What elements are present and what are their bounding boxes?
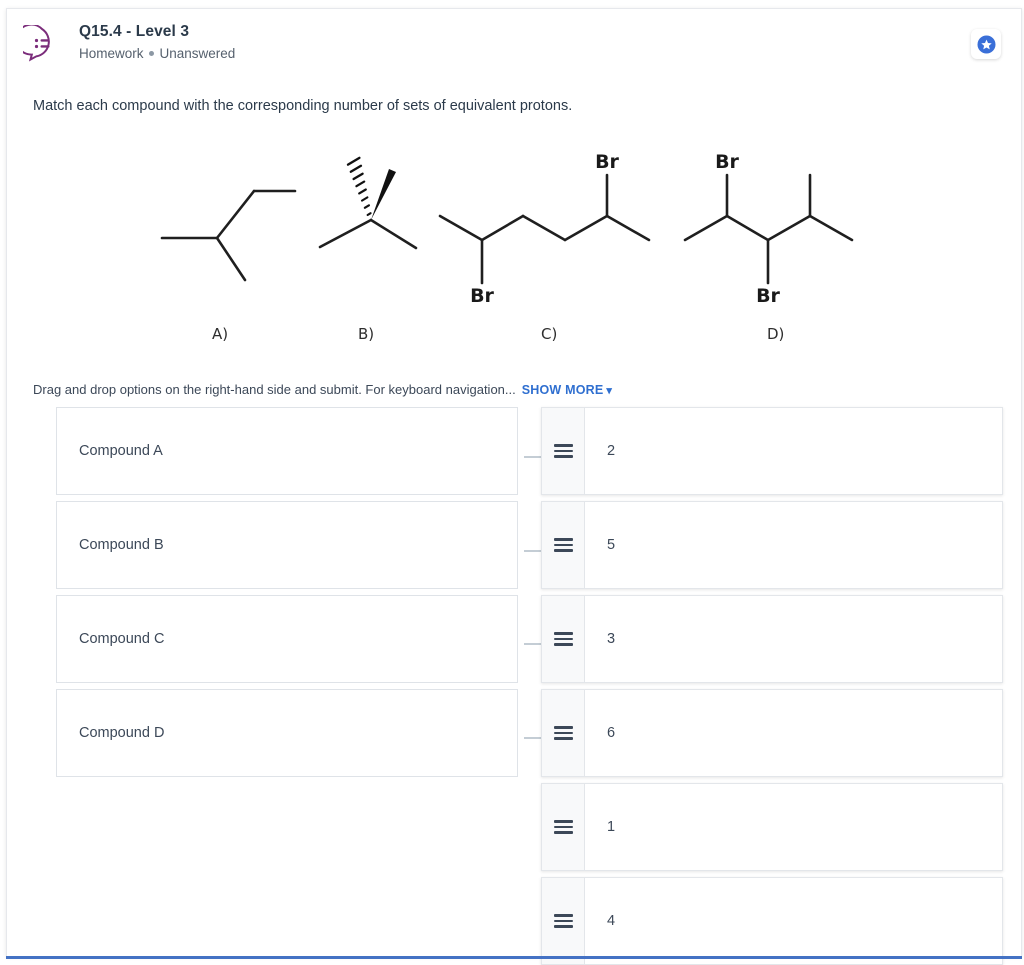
question-card: Q15.4 - Level 3 Homework Unanswered Match… bbox=[6, 8, 1023, 965]
question-page: Q15.4 - Level 3 Homework Unanswered Match… bbox=[0, 0, 1024, 965]
connector-line bbox=[524, 737, 542, 739]
answer-card[interactable]: 6 bbox=[541, 689, 1003, 777]
answer-card[interactable]: 4 bbox=[541, 877, 1003, 965]
answer-card-label: 3 bbox=[607, 631, 616, 647]
structure-label-d: D) bbox=[767, 325, 785, 343]
answer-card[interactable]: 1 bbox=[541, 783, 1003, 871]
connector-line bbox=[524, 550, 542, 552]
drag-handle[interactable] bbox=[542, 408, 585, 494]
structure-label-a: A) bbox=[212, 325, 229, 343]
drag-handle-icon bbox=[553, 632, 573, 646]
show-more-link[interactable]: SHOW MORE ▾ bbox=[522, 383, 612, 397]
question-list-bubble-icon bbox=[15, 23, 61, 63]
hash-bond bbox=[346, 156, 372, 217]
structure-label-c: C) bbox=[541, 325, 558, 343]
drag-handle[interactable] bbox=[542, 784, 585, 870]
meta-separator-dot bbox=[148, 50, 154, 56]
drag-drop-instructions: Drag and drop options on the right-hand … bbox=[33, 382, 612, 397]
answer-card[interactable]: 5 bbox=[541, 501, 1003, 589]
molecular-structures-svg: Br Br Br Br bbox=[160, 151, 854, 307]
answer-column: 2 5 3 6 1 4 bbox=[541, 407, 1003, 965]
answer-card[interactable]: 3 bbox=[541, 595, 1003, 683]
answer-card-label: 1 bbox=[607, 819, 616, 835]
connector-line bbox=[524, 456, 542, 458]
answer-card-label: 5 bbox=[607, 537, 616, 553]
drag-handle-icon bbox=[553, 444, 573, 458]
drag-handle-icon bbox=[553, 820, 573, 834]
drag-handle-icon bbox=[553, 538, 573, 552]
prompt-card-label: Compound B bbox=[79, 537, 164, 553]
prompt-card-compound-b[interactable]: Compound B bbox=[56, 501, 518, 589]
drag-handle-icon bbox=[553, 914, 573, 928]
question-prompt: Match each compound with the correspondi… bbox=[33, 98, 573, 114]
show-more-label: SHOW MORE bbox=[521, 383, 604, 397]
prompt-column: Compound A Compound B Compound C Compoun… bbox=[56, 407, 524, 783]
question-meta: Homework Unanswered bbox=[79, 46, 235, 61]
prompt-card-compound-c[interactable]: Compound C bbox=[56, 595, 518, 683]
star-badge-icon bbox=[977, 35, 995, 53]
instructions-text: Drag and drop options on the right-hand … bbox=[33, 382, 516, 397]
bottom-divider bbox=[6, 956, 1022, 959]
page-title: Q15.4 - Level 3 bbox=[79, 23, 190, 40]
drag-handle[interactable] bbox=[542, 690, 585, 776]
prompt-card-compound-d[interactable]: Compound D bbox=[56, 689, 518, 777]
prompt-card-label: Compound D bbox=[79, 725, 165, 741]
structure-label-b: B) bbox=[358, 325, 375, 343]
atom-labels: Br Br Br Br bbox=[470, 151, 780, 307]
structure-diagrams: Br Br Br Br A) B) C) D) bbox=[7, 135, 1023, 360]
connector-line bbox=[524, 643, 542, 645]
prompt-card-label: Compound A bbox=[79, 443, 163, 459]
match-area: Compound A Compound B Compound C Compoun… bbox=[7, 407, 1023, 965]
atom-label-br: Br bbox=[756, 285, 780, 307]
answer-card[interactable]: 2 bbox=[541, 407, 1003, 495]
atom-label-br: Br bbox=[470, 285, 494, 307]
question-category: Homework bbox=[79, 46, 144, 61]
answer-card-label: 4 bbox=[607, 913, 616, 929]
answer-card-label: 2 bbox=[607, 443, 616, 459]
prompt-card-compound-a[interactable]: Compound A bbox=[56, 407, 518, 495]
drag-handle[interactable] bbox=[542, 596, 585, 682]
atom-label-br: Br bbox=[715, 151, 739, 173]
atom-label-br: Br bbox=[595, 151, 619, 173]
drag-handle-icon bbox=[553, 726, 573, 740]
drag-handle[interactable] bbox=[542, 502, 585, 588]
star-button[interactable] bbox=[971, 29, 1001, 59]
chevron-down-icon: ▾ bbox=[606, 385, 613, 397]
status-badge: Unanswered bbox=[159, 46, 236, 61]
prompt-card-label: Compound C bbox=[79, 631, 165, 647]
wedge-bond bbox=[371, 169, 396, 220]
drag-handle[interactable] bbox=[542, 878, 585, 964]
answer-card-label: 6 bbox=[607, 725, 616, 741]
question-header: Q15.4 - Level 3 Homework Unanswered bbox=[7, 9, 1021, 81]
